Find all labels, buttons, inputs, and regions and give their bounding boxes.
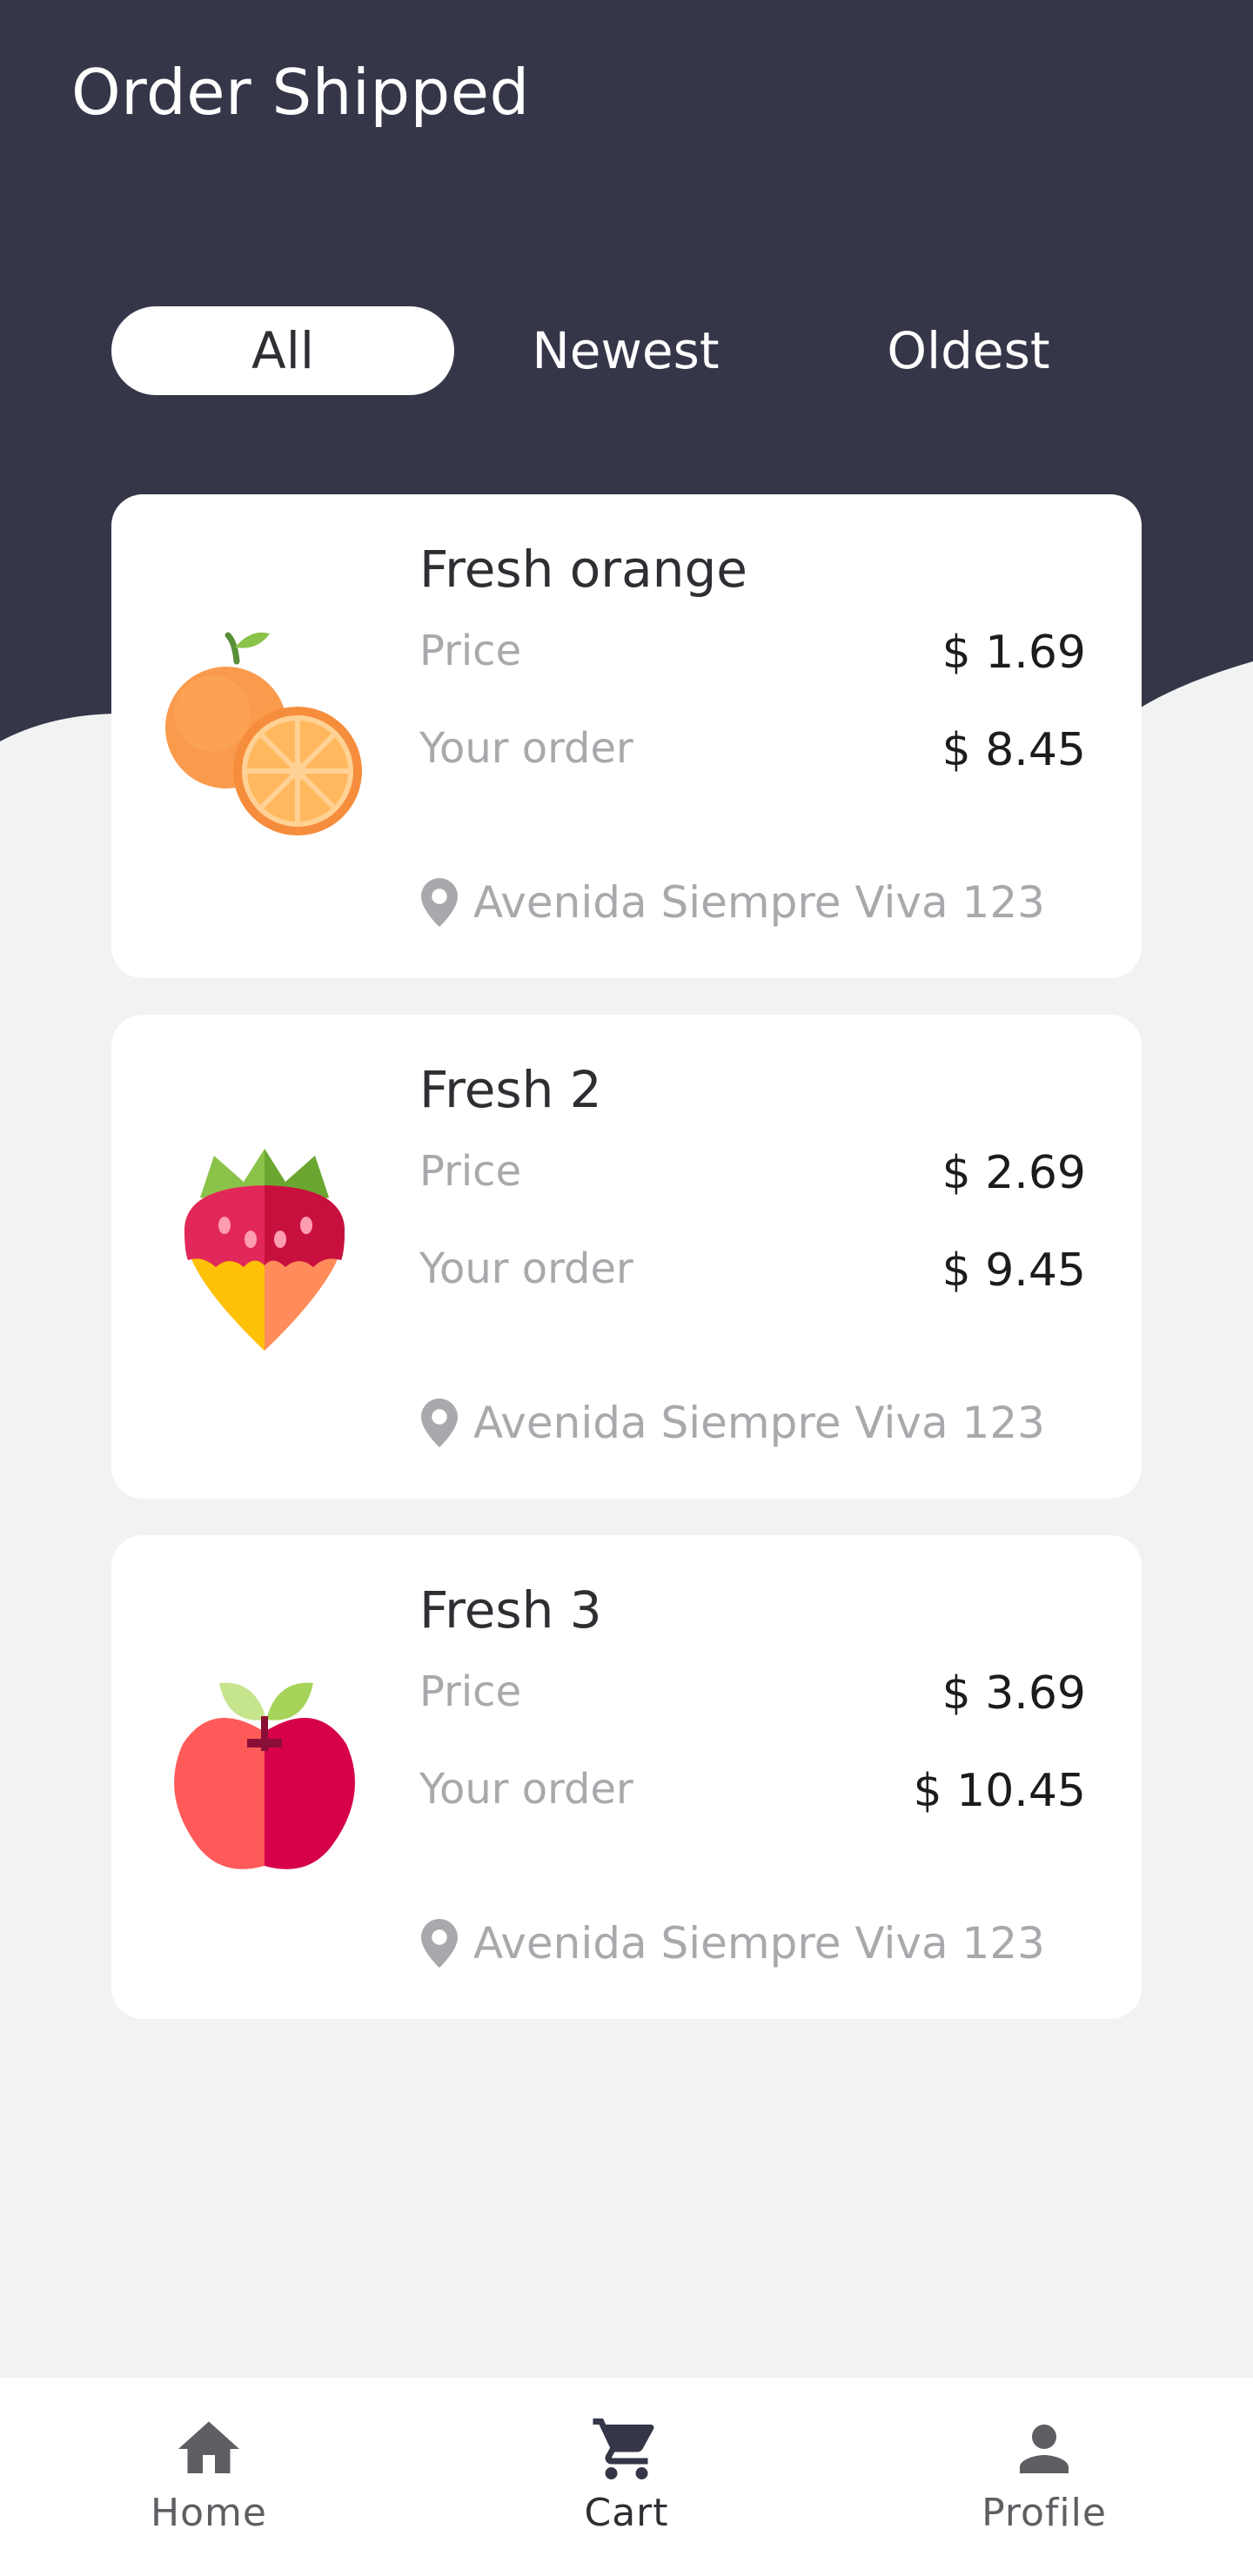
home-icon [178, 2421, 239, 2473]
nav-profile[interactable]: Profile [835, 2378, 1253, 2576]
filter-tab-all[interactable]: All [111, 306, 454, 395]
filter-tab-oldest[interactable]: Oldest [797, 306, 1140, 395]
address: Avenida Siempre Viva 123 [421, 877, 1045, 928]
price-label: Price [419, 1147, 522, 1196]
order-total-value: $ 10.45 [913, 1765, 1086, 1817]
filter-tabs: All Newest Oldest [111, 306, 1142, 395]
location-pin-icon [421, 878, 458, 927]
your-order-label: Your order [419, 1244, 633, 1293]
address: Avenida Siempre Viva 123 [421, 1918, 1045, 1969]
page-title: Order Shipped [71, 56, 530, 129]
nav-cart-label: Cart [584, 2490, 669, 2535]
cart-icon [593, 2418, 654, 2479]
nav-home-label: Home [151, 2490, 267, 2535]
filter-tab-newest[interactable]: Newest [454, 306, 797, 395]
price-value: $ 3.69 [941, 1667, 1086, 1720]
product-name: Fresh 2 [419, 1060, 602, 1119]
nav-profile-label: Profile [982, 2490, 1107, 2535]
price-label: Price [419, 1667, 522, 1716]
nav-home[interactable]: Home [0, 2378, 418, 2576]
orange-icon [160, 623, 369, 849]
order-total-value: $ 8.45 [941, 724, 1086, 776]
order-total-value: $ 9.45 [941, 1244, 1086, 1297]
address-text: Avenida Siempre Viva 123 [473, 877, 1045, 928]
your-order-label: Your order [419, 724, 633, 773]
product-name: Fresh 3 [419, 1580, 602, 1640]
apple-icon [160, 1664, 369, 1890]
strawberry-icon [160, 1144, 369, 1370]
location-pin-icon [421, 1919, 458, 1968]
product-name: Fresh orange [419, 540, 747, 599]
profile-icon [1020, 2424, 1069, 2473]
location-pin-icon [421, 1399, 458, 1447]
nav-cart[interactable]: Cart [418, 2378, 835, 2576]
address-text: Avenida Siempre Viva 123 [473, 1918, 1045, 1969]
address: Avenida Siempre Viva 123 [421, 1398, 1045, 1448]
price-label: Price [419, 627, 522, 675]
order-card[interactable]: Fresh 3 Price $ 3.69 Your order $ 10.45 … [111, 1535, 1142, 2019]
order-card[interactable]: Fresh orange Price $ 1.69 Your order $ 8… [111, 494, 1142, 978]
address-text: Avenida Siempre Viva 123 [473, 1398, 1045, 1448]
price-value: $ 1.69 [941, 627, 1086, 679]
order-card[interactable]: Fresh 2 Price $ 2.69 Your order $ 9.45 A… [111, 1015, 1142, 1499]
price-value: $ 2.69 [941, 1147, 1086, 1199]
bottom-navigation: Home Cart Profile [0, 2378, 1253, 2576]
your-order-label: Your order [419, 1765, 633, 1814]
